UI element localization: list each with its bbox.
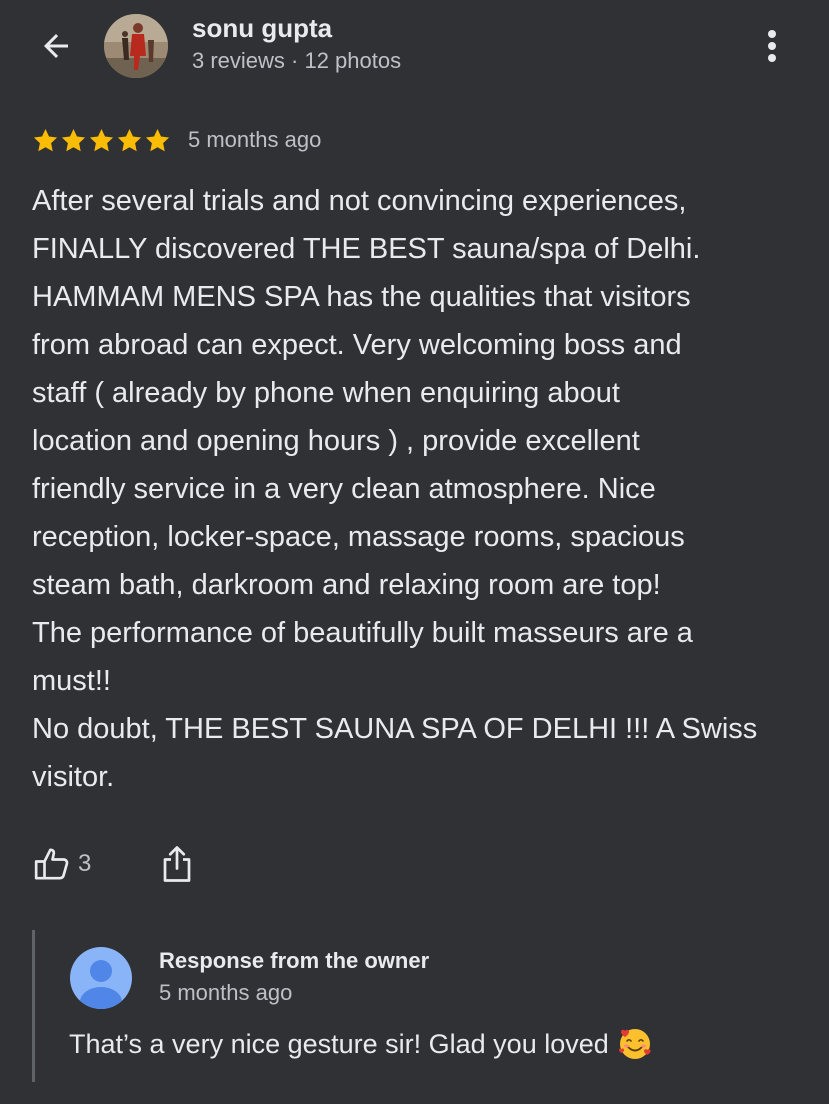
owner-response-text: That’s a very nice gesture sir! Glad you… <box>69 1028 609 1059</box>
owner-response-title: Response from the owner <box>159 948 430 973</box>
more-options-button[interactable] <box>752 24 792 68</box>
owner-response-body: That’s a very nice gesture sir! Glad you… <box>69 1026 653 1062</box>
review-header: sonu gupta 3 reviews · 12 photos <box>0 0 829 100</box>
star-icon <box>117 128 142 151</box>
star-icon <box>61 128 86 151</box>
share-icon <box>164 846 191 882</box>
review-actions: 3 <box>32 840 195 888</box>
reviewer-avatar[interactable] <box>104 14 168 78</box>
review-text: After several trials and not convincing … <box>32 185 758 793</box>
reviewer-stats: 3 reviews · 12 photos <box>192 48 402 73</box>
back-button[interactable] <box>34 26 78 66</box>
like-button[interactable]: 3 <box>32 844 91 884</box>
person-icon <box>70 947 132 1009</box>
star-icon <box>145 128 170 151</box>
owner-response: Response from the owner 5 months ago Tha… <box>32 930 795 1082</box>
share-button[interactable] <box>159 844 195 884</box>
rating-row: 5 months ago <box>32 124 321 156</box>
owner-avatar <box>69 946 133 1010</box>
owner-response-date: 5 months ago <box>159 980 293 1005</box>
smiling-face-with-hearts-icon <box>618 1029 651 1059</box>
reviewer-photo <box>104 14 168 78</box>
star-icon <box>89 128 114 151</box>
reviewer-name[interactable]: sonu gupta <box>192 13 332 44</box>
like-count: 3 <box>78 850 92 877</box>
star-rating <box>32 127 172 154</box>
review-date: 5 months ago <box>188 127 322 152</box>
star-icon <box>33 128 58 151</box>
more-vert-icon <box>768 30 776 62</box>
thumb-up-icon <box>34 848 69 880</box>
arrow-back-icon <box>44 34 68 58</box>
